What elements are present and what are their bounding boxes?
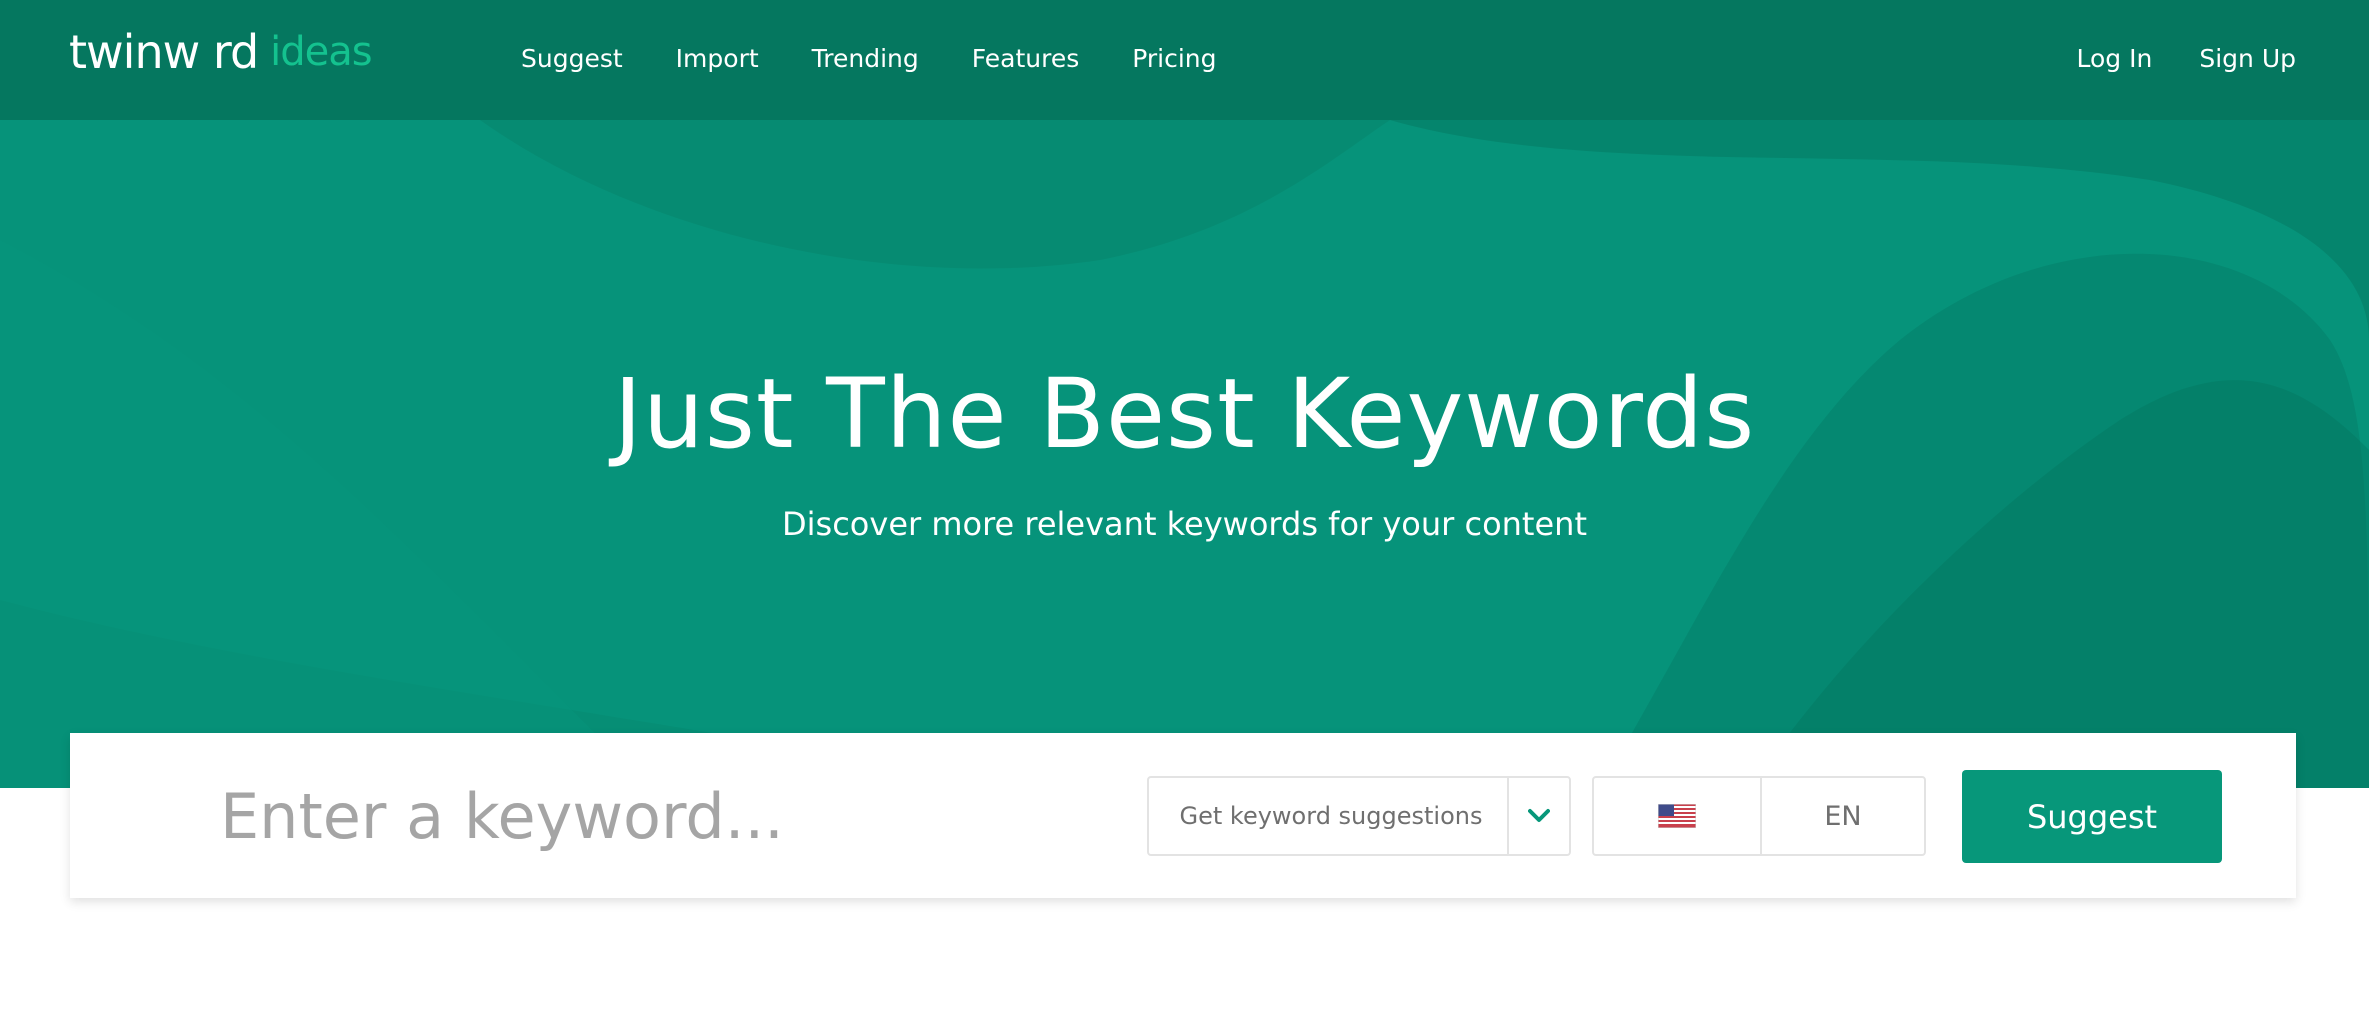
logo[interactable]: twinw rd ideas [69, 22, 373, 82]
chevron-down-icon[interactable] [1507, 778, 1569, 854]
logo-suffix: ideas [270, 29, 372, 75]
logo-wordmark: twinw rd [69, 25, 259, 79]
keyword-input[interactable] [220, 771, 1000, 861]
hero-title: Just The Best Keywords [613, 358, 1756, 470]
nav-item-pricing[interactable]: Pricing [1132, 44, 1216, 73]
search-card: Get keyword suggestions EN Suggest [70, 733, 2296, 898]
nav-item-features[interactable]: Features [972, 44, 1080, 73]
auth-links: Log In Sign Up [2030, 0, 2296, 116]
nav-item-suggest[interactable]: Suggest [521, 44, 623, 73]
country-select[interactable] [1594, 778, 1762, 854]
hero-subtitle: Discover more relevant keywords for your… [782, 505, 1587, 543]
nav-item-import[interactable]: Import [676, 44, 759, 73]
language-select[interactable]: EN [1762, 778, 1924, 854]
mode-dropdown-label: Get keyword suggestions [1179, 802, 1483, 830]
site-header: twinw rd ideas Suggest Import Trending F… [0, 0, 2369, 120]
hero-section: Just The Best Keywords Discover more rel… [0, 120, 2369, 788]
login-link[interactable]: Log In [2077, 44, 2153, 73]
mode-dropdown[interactable]: Get keyword suggestions [1147, 776, 1571, 856]
nav-item-trending[interactable]: Trending [812, 44, 919, 73]
us-flag-icon [1658, 804, 1696, 828]
main-nav: Suggest Import Trending Features Pricing [521, 0, 1270, 116]
signup-link[interactable]: Sign Up [2199, 44, 2296, 73]
suggest-button[interactable]: Suggest [1962, 770, 2222, 863]
locale-selector: EN [1592, 776, 1926, 856]
